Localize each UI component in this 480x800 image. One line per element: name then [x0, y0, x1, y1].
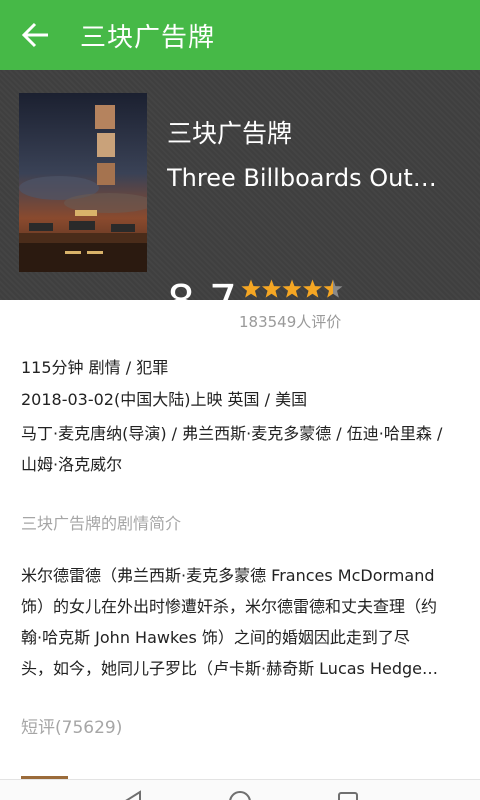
reviews-heading[interactable]: 短评(75629)	[21, 713, 122, 738]
square-recents-icon[interactable]	[334, 788, 362, 800]
duration-genre: 115分钟 剧情 / 犯罪	[21, 358, 169, 377]
rating-score: 8.7	[167, 276, 237, 327]
star-icon	[323, 279, 343, 298]
star-icon	[282, 279, 302, 298]
movie-header: 三块广告牌 Three Billboards Outside Ebbing, M…	[0, 70, 480, 331]
movie-title-cn: 三块广告牌	[167, 119, 293, 148]
rating-count: 183549人评价	[239, 313, 342, 331]
triangle-back-icon[interactable]	[118, 788, 146, 800]
star-icon	[241, 279, 261, 298]
movie-details: 115分钟 剧情 / 犯罪 2018-03-02(中国大陆)上映 英国 / 美国…	[21, 352, 461, 480]
rating-stars	[241, 279, 343, 298]
circle-home-icon[interactable]	[226, 788, 254, 800]
star-icon	[302, 279, 323, 298]
synopsis-text[interactable]: 米尔德雷德（弗兰西斯·麦克多蒙德 Frances McDormand 饰）的女儿…	[21, 560, 441, 684]
page-title: 三块广告牌	[80, 22, 216, 53]
cast-list: 马丁·麦克唐纳(导演) / 弗兰西斯·麦克多蒙德 / 伍迪·哈里森 / 山姆·洛…	[21, 424, 443, 474]
movie-titles: 三块广告牌 Three Billboards Outside Ebbing, M…	[167, 118, 467, 194]
arrow-left-icon	[21, 22, 48, 48]
app-bar: 三块广告牌	[0, 0, 480, 70]
movie-poster[interactable]	[19, 93, 147, 272]
release-info: 2018-03-02(中国大陆)上映 英国 / 美国	[21, 390, 308, 409]
back-button[interactable]	[0, 0, 72, 70]
synopsis-heading: 三块广告牌的剧情简介	[21, 514, 182, 533]
movie-title-en: Three Billboards Outside Ebbing, Missour…	[167, 164, 449, 192]
system-nav-bar	[0, 780, 480, 800]
movie-detail-screen: 三块广告牌 三块广告牌 Three Billboards Outsid 8.7 …	[0, 0, 480, 800]
star-icon	[261, 279, 282, 298]
poster-image	[19, 93, 147, 272]
